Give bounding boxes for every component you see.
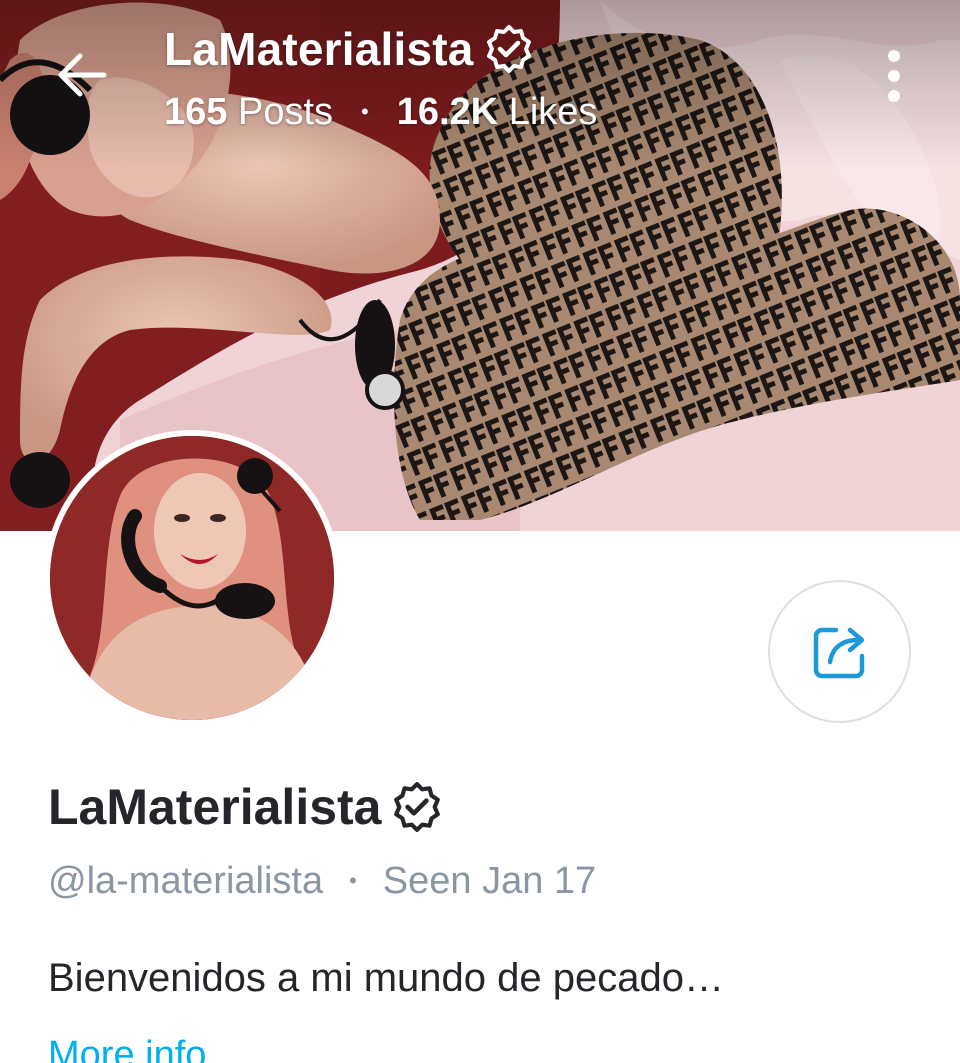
- likes-label: Likes: [508, 90, 598, 133]
- profile-name-text: LaMaterialista: [48, 779, 382, 835]
- profile-name: LaMaterialista: [48, 776, 443, 838]
- profile-bio: Bienvenidos a mi mundo de pecado…: [48, 956, 724, 1000]
- header-stats: 165 Posts • 16.2K Likes: [164, 88, 597, 136]
- back-button[interactable]: [48, 42, 114, 108]
- profile-page: LaMaterialista 165 Posts • 16.2K Likes L…: [0, 0, 960, 1063]
- posts-count: 165: [164, 90, 228, 133]
- verified-badge-icon: [394, 782, 441, 832]
- last-seen: Seen Jan 17: [382, 859, 597, 902]
- more-vertical-icon-dot: [888, 70, 900, 82]
- more-info-link[interactable]: More info: [48, 1030, 206, 1063]
- header-title: LaMaterialista: [164, 20, 534, 78]
- verified-badge-icon: [486, 25, 531, 73]
- more-vertical-icon-dot: [888, 90, 900, 102]
- more-vertical-icon-dot: [888, 50, 900, 62]
- avatar-image: [50, 436, 334, 720]
- share-button[interactable]: [768, 580, 911, 723]
- share-icon: [813, 627, 864, 678]
- header-title-text: LaMaterialista: [164, 23, 474, 75]
- profile-handle: @la-materialista: [48, 859, 324, 902]
- likes-count: 16.2K: [396, 90, 499, 133]
- more-options-button[interactable]: [872, 44, 916, 108]
- meta-separator: •: [349, 868, 357, 893]
- avatar-photo: [50, 436, 334, 720]
- stats-separator: •: [361, 99, 369, 124]
- profile-meta: @la-materialista • Seen Jan 17: [48, 856, 596, 906]
- back-arrow-icon: [58, 53, 107, 97]
- avatar[interactable]: [44, 430, 340, 726]
- posts-label: Posts: [237, 90, 334, 133]
- top-bar: LaMaterialista 165 Posts • 16.2K Likes: [0, 0, 960, 150]
